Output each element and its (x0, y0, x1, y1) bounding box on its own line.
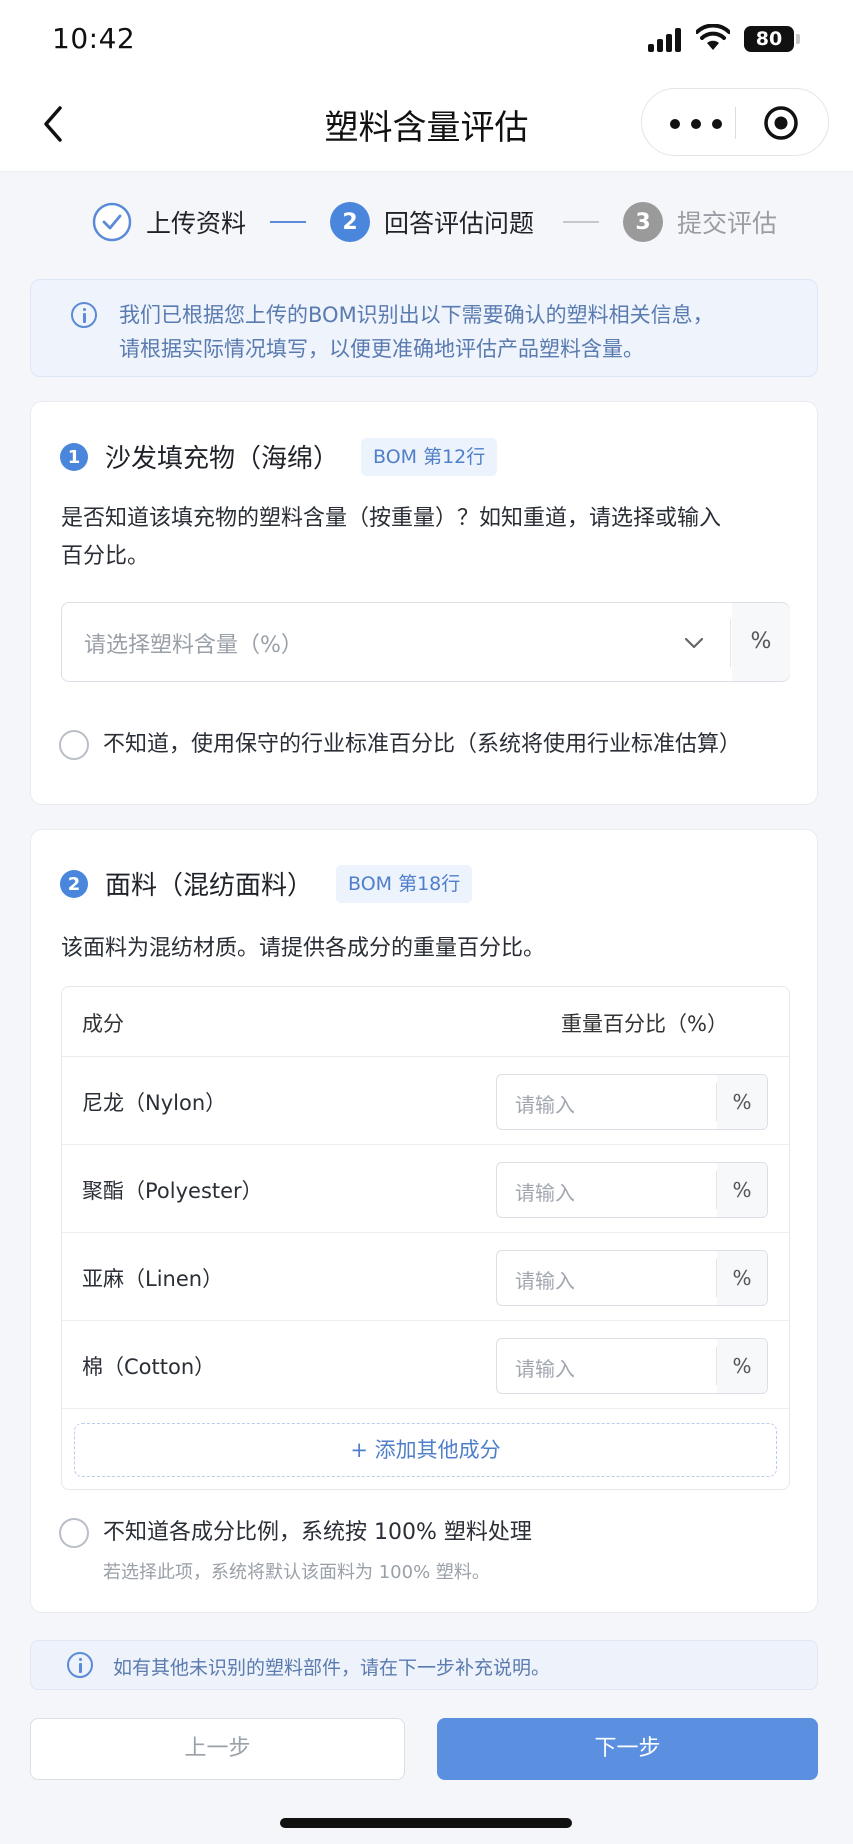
battery-tip (796, 34, 800, 44)
input-placeholder: 请输入 (515, 1357, 575, 1381)
step-connector (270, 221, 306, 223)
radio-hint: 若选择此项，系统将默认该面料为 100% 塑料。 (103, 1562, 490, 1583)
previous-step-button[interactable]: 上一步 (30, 1718, 405, 1780)
step-1-label: 上传资料 (146, 209, 247, 238)
step-2-label: 回答评估问题 (384, 209, 535, 238)
question-text: 是否知道该填充物的塑料含量（按重量）？如知重道，请选择或输入 百分比。 (61, 500, 801, 576)
question-number-badge: 1 (60, 443, 88, 471)
input-placeholder: 请输入 (515, 1269, 575, 1293)
mini-program-capsule (641, 88, 829, 156)
next-step-button[interactable]: 下一步 (437, 1718, 818, 1780)
percentage-input[interactable]: 请输入 % (496, 1250, 768, 1306)
info-icon (67, 1652, 93, 1678)
component-name: 棉（Cotton） (82, 1355, 216, 1379)
cellular-signal-icon (648, 28, 684, 52)
percentage-input[interactable]: 请输入 % (496, 1338, 768, 1394)
component-name: 尼龙（Nylon） (82, 1091, 227, 1115)
input-unit: % (717, 1075, 767, 1129)
battery-icon: 80 (744, 26, 794, 52)
plastic-content-select[interactable]: 请选择塑料含量（%） % (61, 602, 790, 682)
question-text-line1: 是否知道该填充物的塑料含量（按重量）？如知重道，请选择或输入 (61, 506, 722, 531)
info-icon (71, 302, 97, 328)
bottom-notice-text: 如有其他未识别的塑料部件，请在下一步补充说明。 (113, 1657, 551, 1679)
table-row: 尼龙（Nylon） 请输入 % (62, 1057, 789, 1145)
step-indicator: 上传资料 2 回答评估问题 3 提交评估 (0, 190, 853, 254)
info-notice-line1: 我们已根据您上传的BOM识别出以下需要确认的塑料相关信息， (119, 303, 714, 327)
input-unit: % (717, 1251, 767, 1305)
radio-label: 不知道，使用保守的行业标准百分比（系统将使用行业标准估算） (103, 732, 742, 757)
question-text-line2: 百分比。 (61, 544, 150, 569)
radio-button[interactable] (59, 730, 89, 760)
question-card-fabric: 2 面料（混纺面料） BOM 第18行 该面料为混纺材质。请提供各成分的重量百分… (30, 829, 818, 1613)
bom-tag: BOM 第18行 (336, 865, 473, 903)
add-component-button[interactable]: + 添加其他成分 (74, 1423, 777, 1477)
radio-button[interactable] (59, 1518, 89, 1548)
step-connector (563, 221, 599, 223)
step-3-label: 提交评估 (677, 209, 778, 238)
question-text: 该面料为混纺材质。请提供各成分的重量百分比。 (61, 936, 546, 961)
status-time: 10:42 (52, 22, 136, 55)
step-2: 2 回答评估问题 (330, 202, 534, 242)
info-notice: 我们已根据您上传的BOM识别出以下需要确认的塑料相关信息， 请根据实际情况填写，… (30, 279, 818, 377)
unknown-ratio-radio-option[interactable]: 不知道各成分比例，系统按 100% 塑料处理 若选择此项，系统将默认该面料为 1… (59, 1518, 532, 1584)
bottom-notice: 如有其他未识别的塑料部件，请在下一步补充说明。 (30, 1640, 818, 1690)
home-indicator (280, 1818, 572, 1828)
more-icon[interactable] (664, 105, 728, 141)
select-unit-suffix: % (732, 603, 790, 681)
header-percentage: 重量百分比（%） (561, 1012, 728, 1036)
header-component: 成分 (82, 1012, 124, 1036)
input-placeholder: 请输入 (515, 1093, 575, 1117)
chevron-down-icon (684, 637, 704, 649)
status-bar: 10:42 80 (0, 0, 853, 80)
step-1: 上传资料 (92, 202, 246, 242)
composition-table: 成分 重量百分比（%） 尼龙（Nylon） 请输入 % 聚酯（Polyester… (61, 986, 790, 1490)
component-name: 亚麻（Linen） (82, 1267, 224, 1291)
table-row: 聚酯（Polyester） 请输入 % (62, 1145, 789, 1233)
bom-tag: BOM 第12行 (361, 438, 498, 476)
input-unit: % (717, 1163, 767, 1217)
component-name: 聚酯（Polyester） (82, 1179, 263, 1203)
navigation-bar: 塑料含量评估 (0, 80, 853, 172)
capsule-divider (735, 107, 736, 139)
check-circle-icon (92, 202, 132, 242)
table-row: 棉（Cotton） 请输入 % (62, 1321, 789, 1409)
step-2-number: 2 (330, 202, 370, 242)
select-divider (730, 619, 731, 667)
info-notice-text: 我们已根据您上传的BOM识别出以下需要确认的塑料相关信息， 请根据实际情况填写，… (119, 298, 799, 366)
question-title: 面料（混纺面料） (105, 871, 314, 901)
table-row: 亚麻（Linen） 请输入 % (62, 1233, 789, 1321)
select-placeholder: 请选择塑料含量（%） (84, 633, 303, 658)
info-notice-line2: 请根据实际情况填写，以便更准确地评估产品塑料含量。 (119, 337, 644, 361)
question-number-badge: 2 (60, 870, 88, 898)
wifi-icon (696, 24, 730, 50)
radio-text-group: 不知道各成分比例，系统按 100% 塑料处理 若选择此项，系统将默认该面料为 1… (103, 1518, 532, 1584)
step-3: 3 提交评估 (623, 202, 777, 242)
table-header: 成分 重量百分比（%） (62, 987, 789, 1057)
question-title: 沙发填充物（海绵） (105, 444, 340, 474)
unknown-radio-option[interactable]: 不知道，使用保守的行业标准百分比（系统将使用行业标准估算） (59, 730, 741, 760)
input-unit: % (717, 1339, 767, 1393)
radio-label: 不知道各成分比例，系统按 100% 塑料处理 (103, 1520, 532, 1545)
question-card-foam: 1 沙发填充物（海绵） BOM 第12行 是否知道该填充物的塑料含量（按重量）？… (30, 401, 818, 805)
step-3-number: 3 (623, 202, 663, 242)
input-placeholder: 请输入 (515, 1181, 575, 1205)
close-target-icon[interactable] (761, 103, 801, 143)
percentage-input[interactable]: 请输入 % (496, 1074, 768, 1130)
percentage-input[interactable]: 请输入 % (496, 1162, 768, 1218)
